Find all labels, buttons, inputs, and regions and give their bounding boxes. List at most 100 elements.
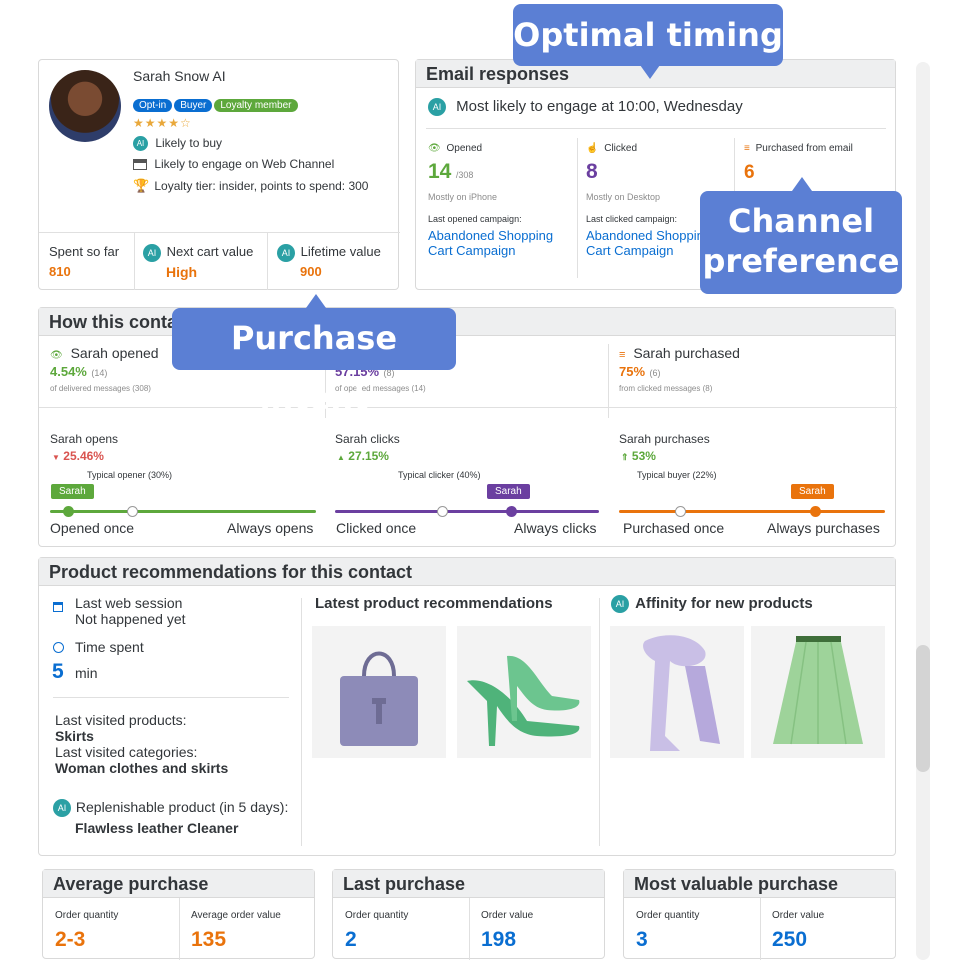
- opened-campaign-link[interactable]: Abandoned Shopping Cart Campaign: [428, 228, 568, 258]
- arrow-up-icon: ⇑: [621, 452, 629, 462]
- sarah-marker-purchases: Sarah: [791, 484, 834, 499]
- pointer-icon: ☝: [586, 143, 599, 154]
- product-recommendations-title: Product recommendations for this contact: [39, 558, 895, 586]
- ai-icon: AI: [277, 244, 295, 262]
- time-spent-unit: min: [75, 665, 98, 681]
- average-purchase-card: Average purchase Order quantity 2-3 Aver…: [42, 869, 315, 960]
- purchased-label: ≡ Purchased from email: [744, 143, 853, 154]
- purchases-min-label: Purchased once: [623, 520, 725, 536]
- opens-slider-sarah-knob[interactable]: [63, 506, 74, 517]
- opened-value: 14 /308: [428, 160, 474, 183]
- handbag-product-image[interactable]: [312, 626, 446, 758]
- skirt-icon: [773, 636, 863, 745]
- opened-rate-value: 4.54% (14): [50, 364, 108, 379]
- engage-headline: AI Most likely to engage at 10:00, Wedne…: [428, 98, 743, 117]
- fact-likely-to-buy: AI Likely to buy: [133, 136, 222, 152]
- clicked-note: Mostly on Desktop: [586, 192, 661, 202]
- clock-icon: [53, 642, 64, 653]
- replenishable-label: AI Replenishable product (in 5 days):: [53, 799, 288, 818]
- time-spent-value: 5: [52, 660, 64, 683]
- divider: [577, 138, 578, 278]
- divider: [267, 232, 268, 290]
- last-purchase-card: Last purchase Order quantity 2 Order val…: [332, 869, 605, 960]
- opens-label: Sarah opens: [50, 432, 119, 446]
- last-purchase-title: Last purchase: [333, 870, 604, 898]
- divider: [301, 598, 302, 846]
- tag-list: Opt-in Buyer Loyalty member: [133, 95, 300, 113]
- clicks-label: Sarah clicks: [335, 432, 400, 446]
- arrow-down-icon: ▼: [52, 453, 60, 462]
- most-valuable-value-label: Order value: [772, 910, 825, 921]
- divider: [39, 407, 897, 408]
- clicks-slider-sarah-knob[interactable]: [506, 506, 517, 517]
- divider: [599, 598, 600, 846]
- last-web-session-value: Not happened yet: [75, 611, 186, 627]
- shoe-icon: [467, 655, 580, 746]
- last-value-value: 198: [481, 928, 517, 951]
- last-visited-categories-label: Last visited categories:: [55, 744, 198, 760]
- opened-campaign-label: Last opened campaign:: [428, 214, 522, 224]
- divider: [760, 898, 761, 960]
- engagement-card: How this conta 👁 Sarah opened 4.54% (14)…: [38, 307, 897, 547]
- channel-preference-callout: Channel preference: [700, 177, 902, 294]
- tag-loyalty-member: Loyalty member: [214, 99, 298, 112]
- most-valuable-qty-value: 3: [636, 928, 648, 951]
- opens-slider-track[interactable]: [50, 510, 316, 513]
- avatar[interactable]: [49, 70, 121, 142]
- heels-product-image[interactable]: [457, 626, 591, 758]
- lifetime-value-label: AI Lifetime value: [277, 244, 381, 262]
- divider: [426, 128, 886, 129]
- fact-web-channel: Likely to engage on Web Channel: [133, 157, 334, 171]
- typical-clicker-label: Typical clicker (40%): [398, 470, 481, 480]
- skirt-product-image[interactable]: [751, 626, 885, 758]
- time-spent-label: Time spent: [75, 639, 144, 655]
- most-valuable-qty-label: Order quantity: [636, 910, 700, 921]
- last-web-session-label: Last web session: [75, 595, 183, 611]
- average-qty-value: 2-3: [55, 928, 86, 951]
- clicked-value: 8: [586, 160, 598, 183]
- last-visited-products-label: Last visited products:: [55, 712, 187, 728]
- tag-buyer: Buyer: [174, 99, 213, 112]
- callout-tail: [306, 294, 326, 308]
- opened-label: 👁 Opened: [428, 143, 483, 154]
- spent-so-far-label: Spent so far: [49, 244, 120, 259]
- callout-tail: [640, 65, 660, 79]
- purchases-max-label: Always purchases: [767, 520, 880, 536]
- purchased-rate-label: ≡ Sarah purchased: [619, 345, 740, 361]
- scrollbar-thumb[interactable]: [916, 645, 930, 772]
- spent-so-far-value: 810: [49, 264, 71, 279]
- next-cart-value-label: AI Next cart value: [143, 244, 253, 262]
- opens-delta: ▼ 25.46%: [52, 449, 104, 463]
- clicked-label: ☝ Clicked: [586, 143, 638, 154]
- latest-recommendations-title: Latest product recommendations: [315, 595, 553, 612]
- clicks-delta: ▲ 27.15%: [337, 449, 389, 463]
- clicks-min-label: Clicked once: [336, 520, 417, 536]
- average-purchase-title: Average purchase: [43, 870, 314, 898]
- clicks-slider-track[interactable]: [335, 510, 599, 513]
- coins-icon: ≡: [744, 143, 750, 154]
- opens-slider-typical-knob: [127, 506, 138, 517]
- rating-stars: ★★★★☆: [133, 116, 192, 130]
- scarf-icon: [643, 635, 720, 751]
- ai-icon: AI: [53, 799, 71, 818]
- last-qty-value: 2: [345, 928, 357, 951]
- clicks-max-label: Always clicks: [514, 520, 597, 536]
- divider: [39, 232, 400, 233]
- scrollbar-track[interactable]: [916, 62, 930, 960]
- sarah-marker-opens: Sarah: [51, 484, 94, 499]
- purchases-slider-sarah-knob[interactable]: [810, 506, 821, 517]
- arrow-up-icon: ▲: [337, 453, 345, 462]
- purchased-rate-note: from clicked messages (8): [619, 384, 713, 393]
- opened-note: Mostly on iPhone: [428, 192, 498, 202]
- purchases-delta: ⇑ 53%: [621, 449, 656, 463]
- callout-tail: [792, 177, 812, 191]
- average-value-label: Average order value: [191, 910, 281, 921]
- most-valuable-value-value: 250: [772, 928, 808, 951]
- lifetime-value-value: 900: [300, 264, 322, 279]
- ai-icon: AI: [428, 98, 446, 117]
- affinity-title: AI Affinity for new products: [611, 595, 813, 614]
- replenishable-value: Flawless leather Cleaner: [75, 820, 239, 836]
- scarf-product-image[interactable]: [610, 626, 744, 758]
- last-qty-label: Order quantity: [345, 910, 409, 921]
- purchases-slider-track[interactable]: [619, 510, 885, 513]
